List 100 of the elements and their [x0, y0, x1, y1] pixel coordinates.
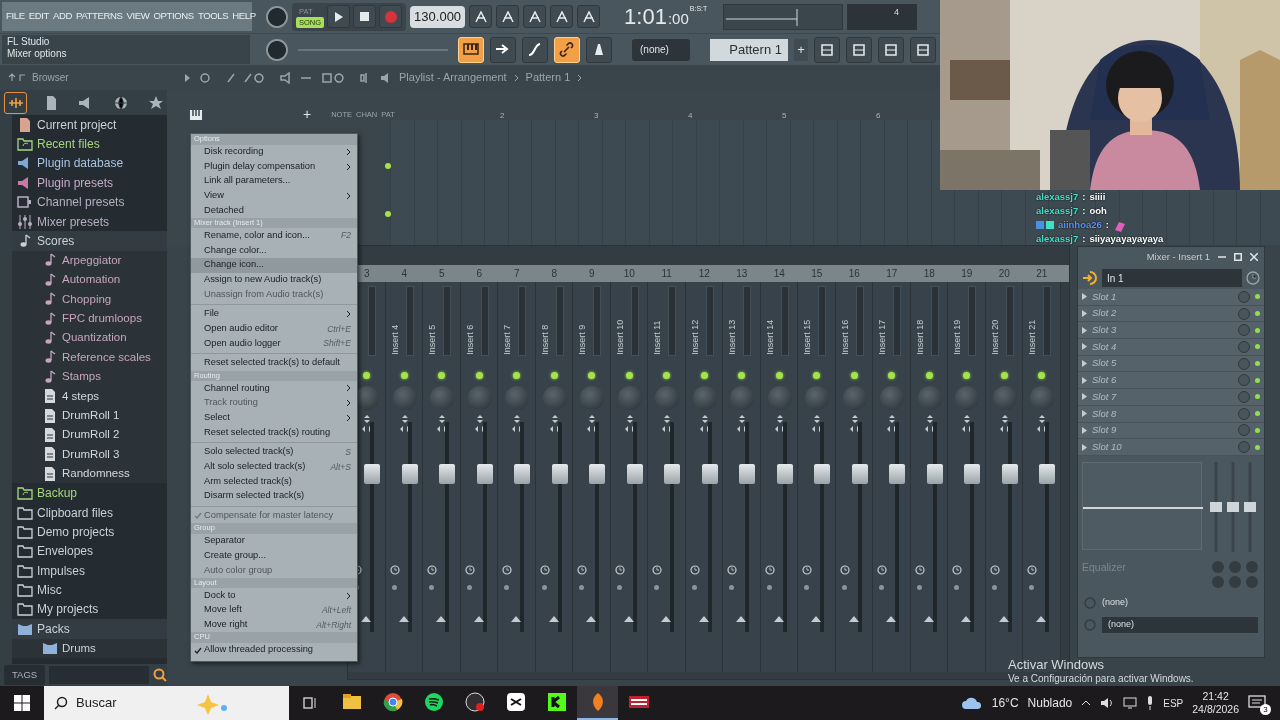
clock-date[interactable]: 24/8/2026 — [1192, 703, 1239, 716]
menu-item[interactable]: View — [191, 188, 357, 204]
menu-item[interactable]: Assign to new Audio track(s) — [191, 272, 357, 288]
browser-item[interactable]: My projects — [12, 599, 167, 620]
menu-item[interactable]: ADD — [52, 9, 72, 24]
output-selector[interactable]: (none) — [1102, 617, 1258, 633]
menu-item[interactable]: Move left Alt+Left — [191, 603, 357, 618]
clock-time[interactable]: 21:42 — [1192, 690, 1239, 703]
browser-item[interactable]: Automation — [12, 270, 167, 290]
browser-item[interactable]: Quantization — [12, 328, 167, 348]
menu-item[interactable]: Link all parameters... — [191, 173, 357, 189]
menu-item[interactable]: Allow threaded processing — [191, 642, 357, 658]
pattern-selector[interactable]: Pattern 1 — [710, 38, 788, 61]
menu-item[interactable]: HELP — [232, 9, 256, 24]
browser-item[interactable]: Impulses — [12, 561, 167, 581]
browser-item[interactable]: Arpeggiator — [12, 250, 167, 271]
bar-number: 2 — [500, 110, 505, 122]
browser-item[interactable]: Randomness — [12, 464, 167, 484]
menu-item[interactable]: Solo selected track(s) S — [191, 444, 357, 460]
track-name: Insert 19 — [951, 318, 964, 355]
search-field[interactable]: Buscar — [44, 686, 289, 720]
menu-item[interactable]: Channel routing — [191, 381, 357, 396]
menu-item[interactable]: Create group... — [191, 548, 357, 564]
chat-separator: : — [1082, 190, 1086, 204]
browser-item[interactable]: Channel presets — [12, 192, 167, 212]
menu-item[interactable]: Reset selected track(s) to default — [191, 355, 357, 371]
browser-item[interactable]: Clipboard files — [12, 502, 167, 523]
menu-item[interactable]: Open audio logger Shift+E — [191, 336, 357, 351]
shortcut-text: Alt+Left — [321, 604, 351, 617]
channel-dropdown[interactable]: (none) — [632, 38, 690, 61]
browser-item[interactable]: Envelopes — [12, 541, 167, 561]
window-title: Mixer - Insert 1 — [1146, 249, 1210, 264]
track-number: 13 — [735, 267, 749, 281]
time-display: 1:01 — [624, 4, 667, 29]
menu-item[interactable]: Dock to — [191, 588, 357, 604]
notice-text: Ve a Configuración para activar Windows. — [1008, 672, 1194, 685]
browser-item[interactable]: DrumRoll 3 — [12, 444, 167, 465]
chat-message: ooh — [1089, 204, 1107, 218]
tempo-field[interactable]: 130.000 — [410, 5, 466, 28]
menu-item[interactable]: EDIT — [28, 9, 49, 24]
track-number: 21 — [1035, 267, 1049, 281]
browser-item[interactable]: 4 steps — [12, 386, 167, 406]
menu-item[interactable]: Separator — [191, 533, 357, 549]
track-name: Insert 18 — [913, 318, 926, 355]
browser-item[interactable]: DrumRoll 2 — [12, 425, 167, 445]
browser-item[interactable]: Backup — [12, 483, 167, 503]
menu-item[interactable]: Rename, color and icon... F2 — [191, 228, 357, 244]
browser-item[interactable]: FPC drumloops — [12, 308, 167, 329]
add-pattern-button[interactable]: + — [794, 38, 808, 61]
browser-item[interactable]: Stamps — [12, 367, 167, 387]
menu-item[interactable]: File — [191, 306, 357, 322]
browser-item[interactable]: Misc — [12, 580, 167, 600]
bar-number: 5 — [782, 110, 787, 122]
menu-item[interactable]: Alt solo selected track(s) Alt+S — [191, 459, 357, 475]
menu-item[interactable]: FILE — [6, 9, 25, 24]
browser-item[interactable]: Plugin database — [12, 153, 167, 174]
browser-item[interactable]: Packs — [12, 619, 167, 639]
add-track-button[interactable]: + — [303, 104, 312, 125]
browser-item[interactable]: Recent files — [12, 134, 167, 154]
track-number: 14 — [772, 267, 786, 281]
playlist-pattern: Pattern 1 — [525, 70, 571, 86]
bar-number: 4 — [688, 110, 693, 122]
menu-item[interactable]: Plugin delay compensation — [191, 159, 357, 174]
menu-item[interactable]: Open audio editor Ctrl+E — [191, 321, 357, 337]
tags-button[interactable]: TAGS — [4, 664, 46, 686]
notifications-button[interactable]: 3 — [1248, 692, 1270, 714]
menu-item[interactable]: Move right Alt+Right — [191, 617, 357, 633]
track-number: 10 — [622, 267, 636, 281]
menu-item[interactable]: OPTIONS — [153, 9, 194, 24]
menu-item[interactable]: Disarm selected track(s) — [191, 488, 357, 504]
menu-item[interactable]: Detached — [191, 203, 357, 218]
chat-username: alexassj7 — [1036, 190, 1079, 204]
browser-item[interactable]: Scores — [12, 231, 167, 251]
route-selector[interactable]: (none) — [1102, 596, 1128, 610]
track-name: Insert 9 — [576, 323, 589, 355]
browser-item[interactable]: Demo projects — [12, 522, 167, 542]
menu-item[interactable]: Change icon... — [191, 257, 357, 273]
browser-item[interactable]: Mixer presets — [12, 211, 167, 232]
input-selector[interactable]: In 1 — [1102, 269, 1242, 287]
browser-item[interactable]: DrumRoll 1 — [12, 405, 167, 426]
menu-item[interactable]: Disk recording — [191, 144, 357, 160]
menu-item[interactable]: Reset selected track(s) routing — [191, 425, 357, 440]
track-name: Insert 11 — [651, 319, 664, 355]
menu-item[interactable]: VIEW — [126, 9, 150, 24]
browser-item[interactable]: Reference scales — [12, 347, 167, 368]
menu-item[interactable]: Arm selected track(s) — [191, 474, 357, 489]
menu-item[interactable]: Change color... — [191, 243, 357, 258]
browser-item[interactable]: Drums — [12, 638, 167, 658]
menu-item[interactable]: Select — [191, 410, 357, 426]
track-number: 8 — [550, 267, 559, 281]
browser-title: Browser — [32, 71, 69, 85]
track-number: 11 — [660, 267, 673, 281]
language-indicator[interactable]: ESP — [1163, 695, 1184, 711]
menu-item[interactable]: PATTERNS — [76, 9, 123, 24]
browser-item[interactable]: Chopping — [12, 289, 167, 309]
browser-item[interactable]: Current project — [12, 115, 167, 135]
notice-title: Activar Windows — [1008, 657, 1105, 672]
menu-item[interactable]: TOOLS — [197, 9, 229, 24]
track-number: 6 — [475, 267, 484, 281]
browser-item[interactable]: Plugin presets — [12, 173, 167, 193]
